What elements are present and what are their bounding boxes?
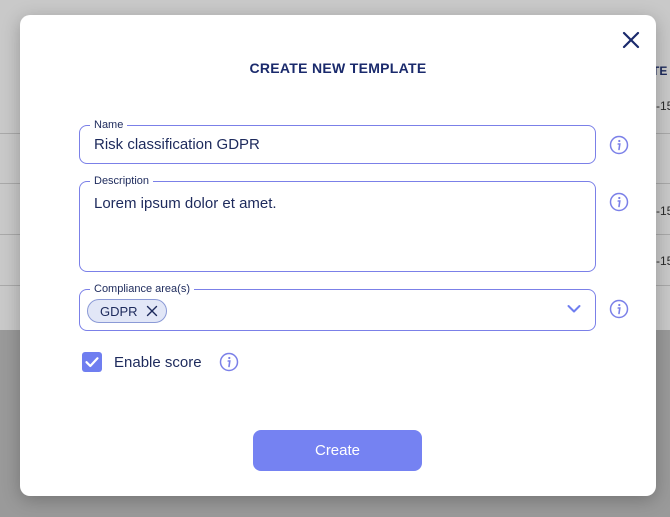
description-field-label: Description bbox=[90, 174, 154, 188]
background-cell: -15 bbox=[656, 254, 670, 268]
description-field-value[interactable]: Lorem ipsum dolor et amet. bbox=[94, 195, 277, 212]
name-field[interactable]: Name Risk classification GDPR bbox=[79, 118, 596, 164]
chip-remove-icon[interactable] bbox=[146, 305, 158, 317]
dialog-title: CREATE NEW TEMPLATE bbox=[249, 60, 427, 76]
close-button[interactable] bbox=[620, 29, 642, 51]
compliance-chip-label: GDPR bbox=[100, 303, 138, 319]
name-field-label: Name bbox=[90, 118, 128, 132]
close-icon bbox=[622, 31, 640, 49]
name-field-value[interactable]: Risk classification GDPR bbox=[94, 136, 260, 153]
compliance-info-icon[interactable] bbox=[609, 299, 629, 319]
create-template-dialog: CREATE NEW TEMPLATE Name Risk classifica… bbox=[20, 15, 656, 496]
description-info-icon[interactable] bbox=[609, 192, 629, 212]
compliance-area-select[interactable]: Compliance area(s) GDPR bbox=[79, 282, 596, 331]
description-field[interactable]: Description Lorem ipsum dolor et amet. bbox=[79, 174, 596, 272]
compliance-area-label: Compliance area(s) bbox=[90, 282, 194, 296]
background-cell: -15 bbox=[656, 99, 670, 113]
create-button[interactable]: Create bbox=[253, 430, 422, 471]
checkmark-icon bbox=[85, 357, 99, 368]
name-info-icon[interactable] bbox=[609, 135, 629, 155]
enable-score-checkbox[interactable] bbox=[82, 352, 102, 372]
enable-score-info-icon[interactable] bbox=[219, 352, 239, 372]
chevron-down-icon[interactable] bbox=[567, 304, 581, 314]
compliance-chip: GDPR bbox=[87, 299, 167, 323]
enable-score-label[interactable]: Enable score bbox=[114, 354, 202, 371]
background-cell: -15 bbox=[656, 204, 670, 218]
